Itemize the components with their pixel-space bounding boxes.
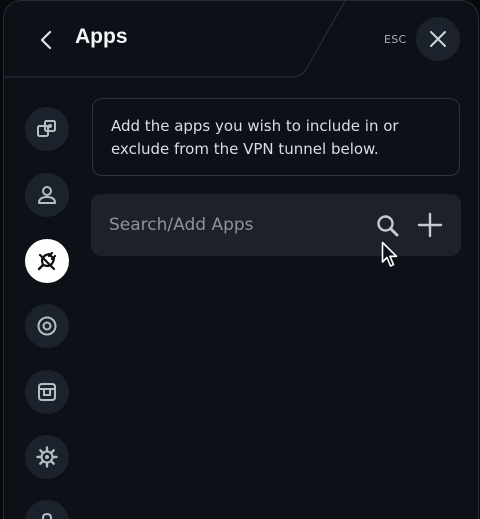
account-icon — [38, 186, 56, 204]
back-button[interactable] — [32, 25, 62, 55]
privacy-icon — [37, 316, 57, 336]
storage-icon — [38, 383, 56, 401]
plus-icon — [417, 212, 443, 238]
mouse-cursor-icon — [381, 241, 398, 267]
sidebar-item-split-tunnel[interactable] — [25, 107, 69, 151]
esc-hint: ESC — [384, 33, 407, 46]
search-bar — [91, 194, 461, 256]
info-box: Add the apps you wish to include in or e… — [92, 98, 460, 176]
close-icon — [430, 31, 446, 47]
sidebar-item-lock[interactable] — [25, 500, 69, 519]
page-title: Apps — [75, 25, 128, 48]
settings-gear-icon — [36, 446, 58, 468]
search-input[interactable] — [109, 194, 369, 256]
apps-plug-icon — [37, 251, 57, 271]
chevron-left-icon — [40, 30, 52, 50]
sidebar-item-storage[interactable] — [25, 370, 69, 414]
sidebar-item-account[interactable] — [25, 173, 69, 217]
apps-panel: Apps ESC Add the apps you wish to includ… — [3, 0, 479, 519]
search-icon — [377, 215, 399, 237]
search-button[interactable] — [375, 213, 401, 239]
sidebar-item-privacy[interactable] — [25, 304, 69, 348]
info-text: Add the apps you wish to include in or e… — [111, 117, 399, 158]
split-tunnel-icon — [37, 120, 56, 137]
lock-icon — [42, 512, 52, 519]
header: Apps ESC — [4, 1, 478, 79]
sidebar-item-settings[interactable] — [25, 435, 69, 479]
sidebar-item-apps[interactable] — [25, 239, 69, 283]
add-app-button[interactable] — [417, 212, 443, 238]
close-button[interactable] — [416, 17, 460, 61]
